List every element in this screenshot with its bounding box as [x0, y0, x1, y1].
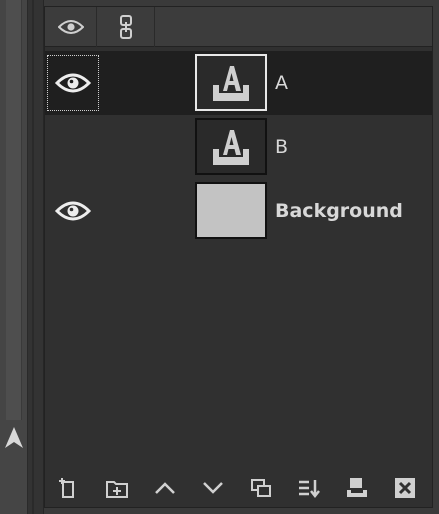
visibility-column-header[interactable] [45, 7, 97, 47]
delete-icon [395, 478, 415, 498]
chevron-up-icon [155, 482, 175, 494]
layer-name[interactable]: B [275, 115, 288, 179]
dock-arrow-icon[interactable] [4, 426, 24, 450]
new-layer-button[interactable] [45, 469, 93, 507]
eye-icon [55, 201, 91, 221]
duplicate-icon [251, 479, 271, 497]
dock-separator[interactable] [28, 0, 44, 514]
new-group-icon [106, 481, 128, 498]
new-layer-icon [59, 478, 74, 498]
anchor-layer-button[interactable] [333, 469, 381, 507]
layers-panel: A B Background [44, 6, 433, 508]
layers-toolbar [45, 469, 432, 507]
new-layer-group-button[interactable] [93, 469, 141, 507]
toolbox-edge [0, 0, 28, 514]
merge-down-icon [299, 480, 320, 499]
eye-icon [55, 73, 91, 93]
chain-icon [119, 15, 132, 39]
chevron-down-icon [203, 482, 223, 494]
anchor-icon [347, 478, 367, 497]
layer-row-a[interactable]: A [45, 51, 432, 115]
layer-row-background[interactable]: Background [45, 179, 432, 243]
layer-name[interactable]: A [275, 51, 288, 115]
layer-thumbnail[interactable] [195, 182, 267, 239]
merge-down-button[interactable] [285, 469, 333, 507]
lower-layer-button[interactable] [189, 469, 237, 507]
layer-name[interactable]: Background [275, 179, 403, 243]
layer-visibility-toggle[interactable] [47, 183, 99, 239]
dock-scroll-track[interactable] [6, 0, 22, 420]
layer-visibility-toggle[interactable] [47, 119, 99, 175]
layers-header [45, 7, 432, 47]
raise-layer-button[interactable] [141, 469, 189, 507]
layer-visibility-toggle[interactable] [47, 55, 99, 111]
delete-layer-button[interactable] [381, 469, 429, 507]
text-layer-icon [213, 65, 249, 101]
layer-row-b[interactable]: B [45, 115, 432, 179]
text-layer-icon [213, 129, 249, 165]
link-column-header[interactable] [97, 7, 155, 47]
eye-icon [57, 20, 84, 34]
layer-thumbnail[interactable] [195, 118, 267, 175]
duplicate-layer-button[interactable] [237, 469, 285, 507]
layer-thumbnail[interactable] [195, 54, 267, 111]
